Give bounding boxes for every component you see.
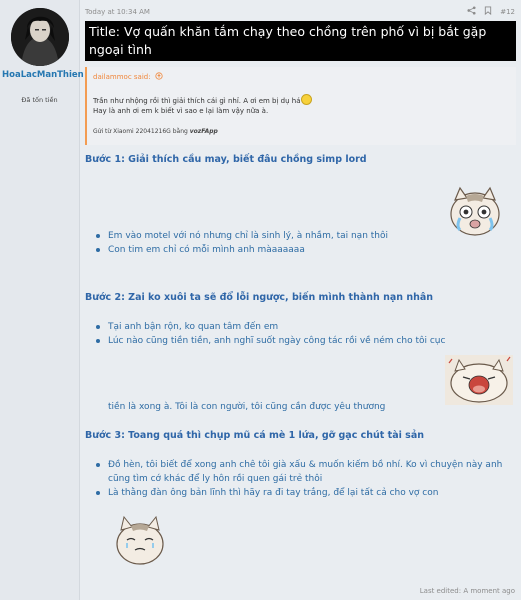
quote-block: dailammoc said: Trần như nhộng rồi thì g… [85, 67, 516, 145]
quote-content: Trần như nhộng rồi thì giải thích cái gì… [93, 94, 510, 116]
step-2-list: Tại anh bận rộn, ko quan tâm đến em Lúc … [94, 320, 514, 348]
quote-author[interactable]: dailammoc said: [93, 73, 151, 81]
avatar-image [11, 8, 69, 66]
confused-emoji-icon [300, 94, 312, 105]
signature-app: vozFApp [189, 128, 218, 135]
avatar[interactable] [11, 8, 69, 66]
cat-sticker-sad-icon [113, 510, 167, 570]
step-3-heading: Bước 3: Toang quá thì chụp mũ cá mè 1 lứ… [85, 430, 424, 441]
step-2-heading: Bước 2: Zai ko xuôi ta sẽ đổ lỗi ngược, … [85, 292, 434, 303]
quote-line-1: Trần như nhộng rồi thì giải thích cái gì… [93, 97, 301, 105]
step-1-heading: Bước 1: Giải thích cầu may, biết đâu chồ… [85, 154, 367, 165]
list-item: Tại anh bận rộn, ko quan tâm đến em [94, 320, 514, 334]
quote-line-2: Hay là anh ơi em k biết vì sao e lại làm… [93, 107, 269, 115]
list-item: Đồ hèn, tôi biết để xong anh chê tôi già… [94, 458, 514, 486]
signature-prefix: Gửi từ Xiaomi 22041216G bằng [93, 128, 188, 135]
quote-attribution[interactable]: dailammoc said: [93, 72, 510, 82]
step-1-list: Em vào motel với nó nhưng chỉ là sinh lý… [94, 229, 514, 257]
list-item: Là thằng đàn ông bản lĩnh thì hãy ra đi … [94, 486, 514, 500]
username[interactable]: HoaLacManThien [2, 70, 84, 81]
list-item: Em vào motel với nó nhưng chỉ là sinh lý… [94, 229, 514, 243]
message-actions: #12 [467, 6, 515, 18]
last-edited: Last edited: A moment ago [419, 587, 515, 595]
quote-jump-icon[interactable] [154, 72, 163, 82]
message-header: Today at 10:34 AM #12 [85, 5, 515, 19]
post-number[interactable]: #12 [500, 8, 515, 16]
share-icon[interactable] [467, 6, 476, 18]
list-item: Con tim em chỉ có mỗi mình anh màaaaaaa [94, 243, 514, 257]
user-title: Đã tốn tiền [21, 96, 58, 104]
step-3-list: Đồ hèn, tôi biết để xong anh chê tôi già… [94, 458, 514, 500]
step-2-continuation: tiền là xong à. Tôi là con người, tôi cũ… [108, 402, 386, 412]
cat-sticker-shocked-icon [445, 355, 513, 409]
post-title: Title: Vợ quấn khăn tắm chạy theo chồng … [85, 21, 516, 61]
list-item: Lúc nào cũng tiền tiền, anh nghĩ suốt ng… [94, 334, 514, 348]
post-date[interactable]: Today at 10:34 AM [85, 8, 150, 16]
bookmark-icon[interactable] [484, 6, 492, 18]
user-column: HoaLacManThien Đã tốn tiền [0, 0, 84, 600]
forum-post: HoaLacManThien Đã tốn tiền Today at 10:3… [0, 0, 521, 600]
quote-signature: Gửi từ Xiaomi 22041216G bằng vozFApp [93, 128, 510, 135]
